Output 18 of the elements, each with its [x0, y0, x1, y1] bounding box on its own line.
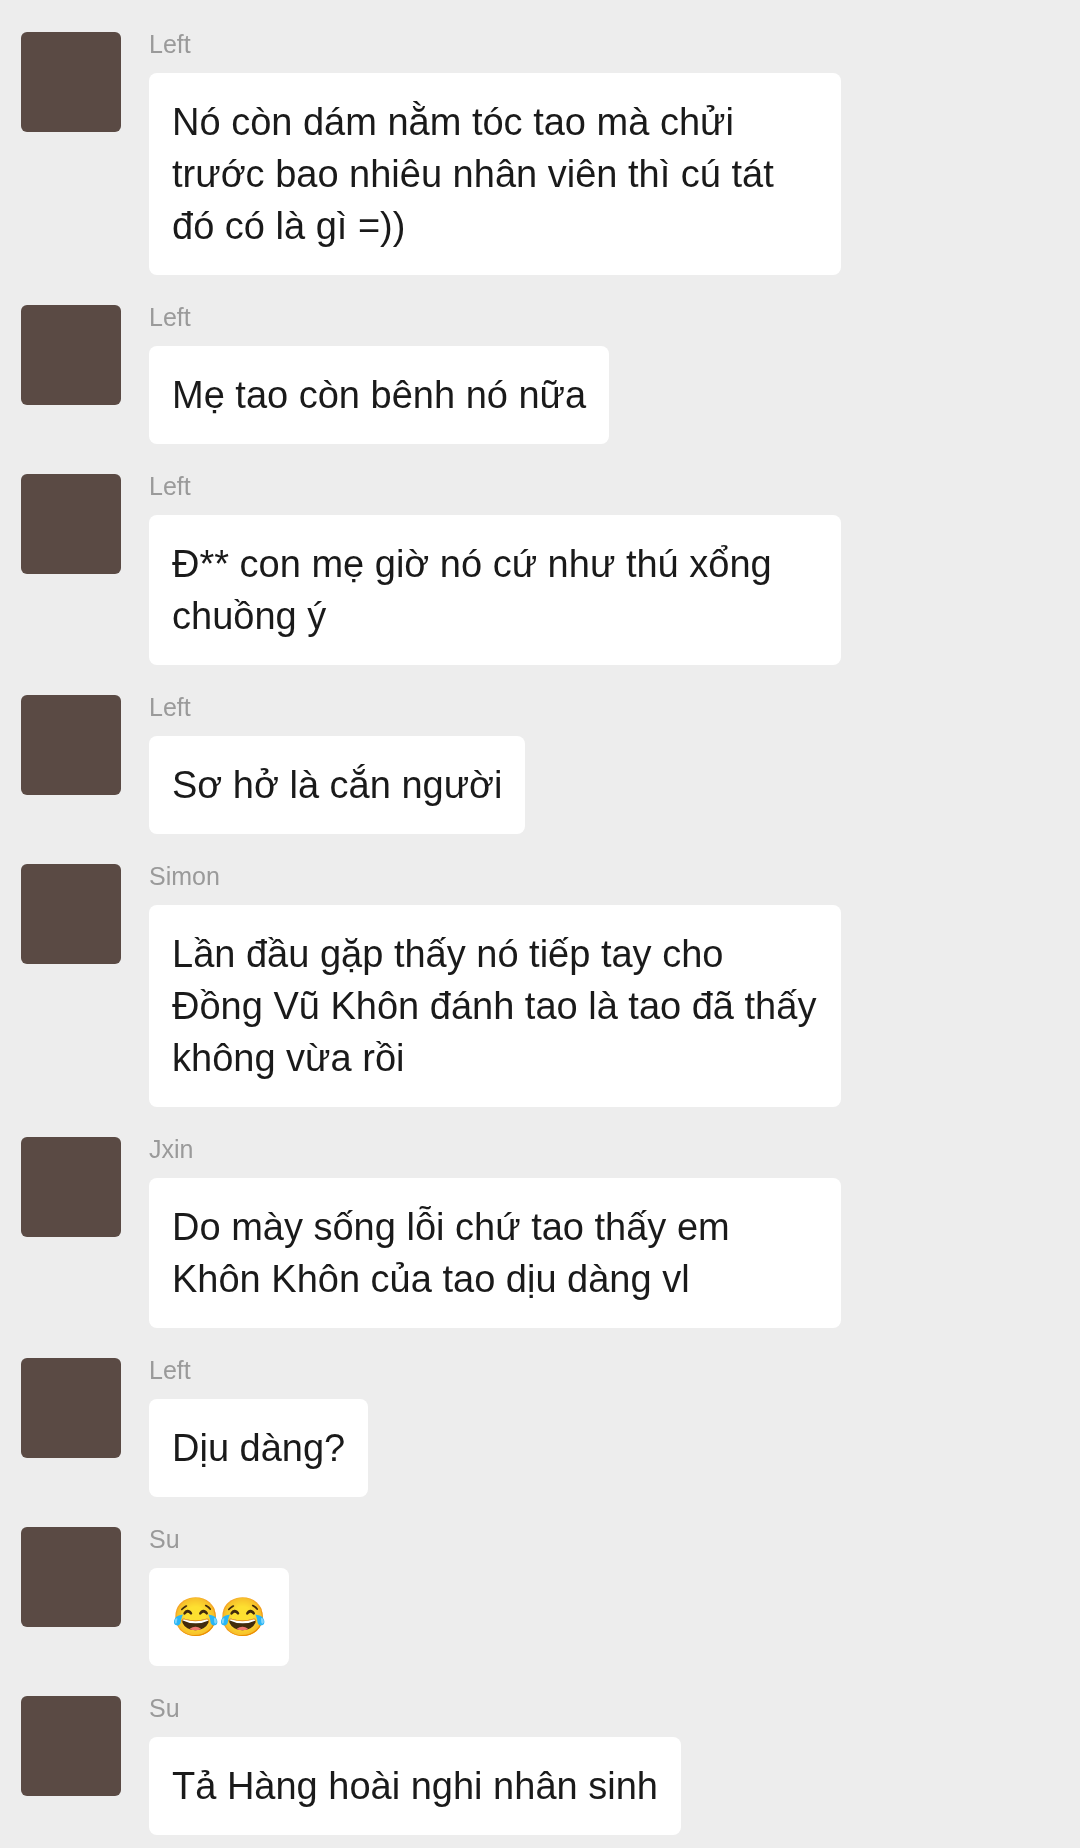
- message-bubble: Nó còn dám nằm tóc tao mà chửi trước bao nhiêu nhân viên thì cú tát đó có là gì =)): [149, 73, 841, 275]
- sender-name: Simon: [149, 861, 220, 892]
- sender-name: Jxin: [149, 1134, 194, 1165]
- message-bubble: Tả Hàng hoài nghi nhân sinh: [149, 1737, 681, 1835]
- sender-name: Left: [149, 29, 191, 60]
- message-bubble: Mẹ tao còn bênh nó nữa: [149, 346, 610, 444]
- message-bubble: Đ** con mẹ giờ nó cứ như thú xổng chuồng ý: [149, 515, 841, 665]
- message-bubble: Sơ hở là cắn người: [149, 736, 526, 834]
- message-bubble: 😂😂: [149, 1568, 289, 1666]
- message-bubble: Do mày sống lỗi chứ tao thấy em Khôn Khôn của tao dịu dàng vl: [149, 1178, 841, 1328]
- sender-name: Left: [149, 1355, 191, 1386]
- sender-name: Su: [149, 1524, 180, 1555]
- sender-name: Su: [149, 1693, 180, 1724]
- message-bubble: Dịu dàng?: [149, 1399, 369, 1497]
- sender-name: Left: [149, 692, 191, 723]
- message-bubble: Lần đầu gặp thấy nó tiếp tay cho Đồng Vũ Khôn đánh tao là tao đã thấy không vừa rồi: [149, 905, 841, 1107]
- sender-name: Left: [149, 302, 191, 333]
- sender-name: Left: [149, 471, 191, 502]
